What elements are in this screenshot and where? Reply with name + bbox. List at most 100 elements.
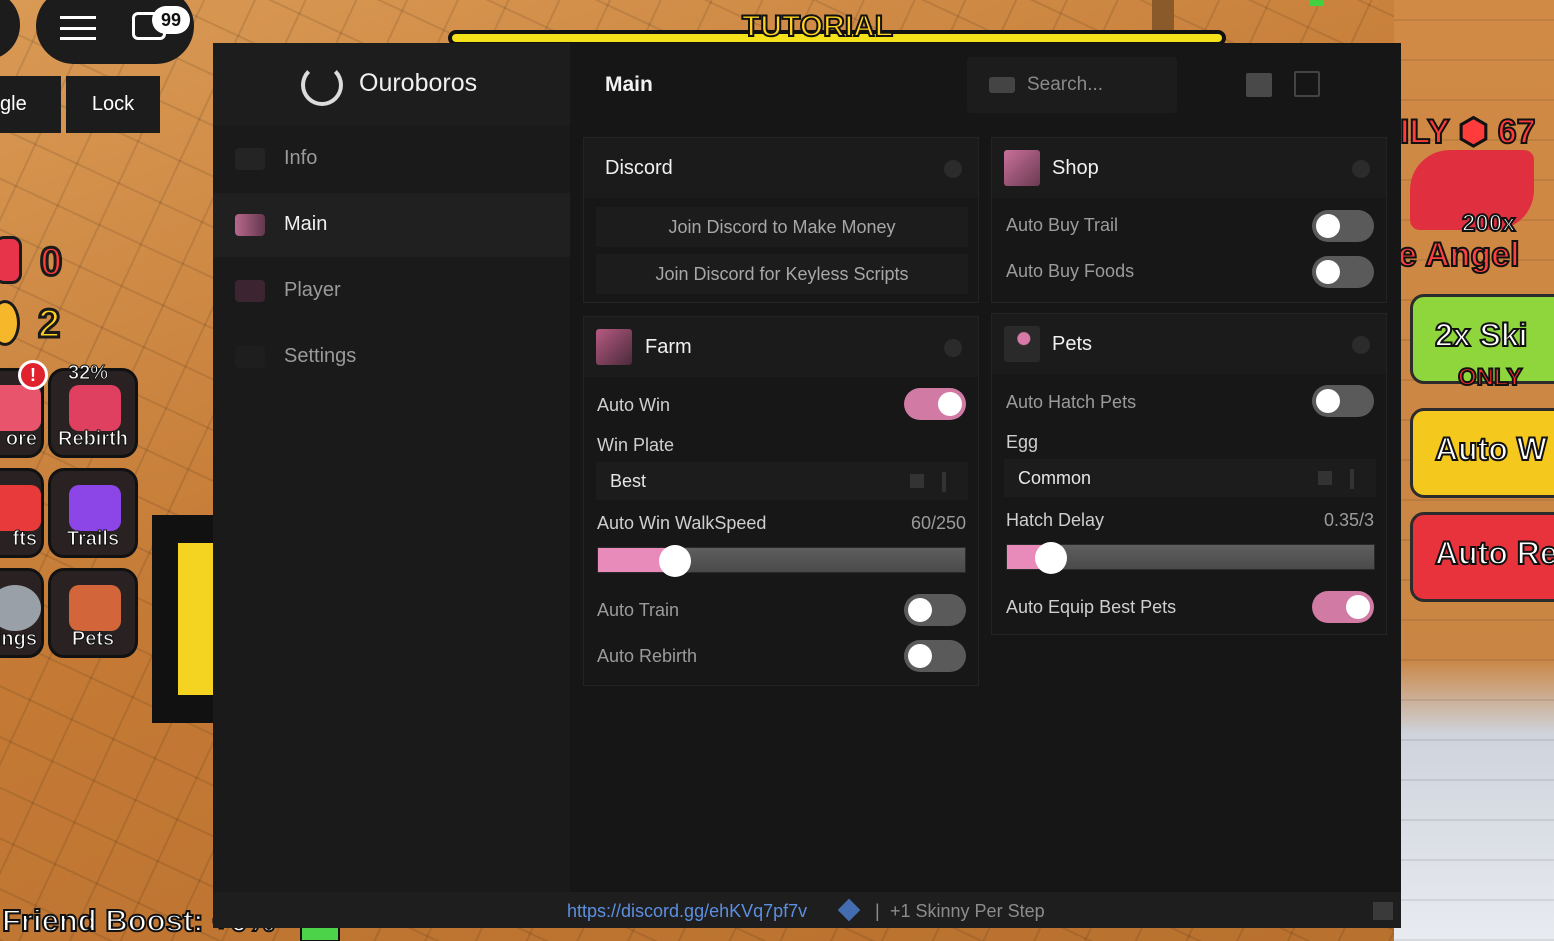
shop-icon (1004, 150, 1040, 186)
collapse-icon[interactable] (1352, 336, 1370, 354)
slider-knob[interactable] (1035, 542, 1067, 574)
gem-icon (837, 898, 861, 922)
skin-offer-label: 2x Ski (1434, 316, 1529, 354)
win-plate-value: Best (610, 471, 647, 491)
auto-hatch-label: Auto Hatch Pets (1006, 392, 1137, 412)
pets-panel-header: Pets (992, 314, 1386, 374)
search-input[interactable] (1027, 71, 1167, 99)
sidebar-item-info[interactable]: Info (213, 127, 570, 191)
brand-header[interactable]: Ouroboros (213, 43, 570, 125)
walkspeed-slider[interactable] (597, 545, 966, 577)
auto-buy-foods-toggle[interactable] (1312, 256, 1374, 288)
discord-panel-title: Discord (605, 157, 673, 179)
skin-offer-only: ONLY (1457, 363, 1523, 392)
shop-panel-title: Shop (1052, 157, 1099, 179)
auto-win-offer-button[interactable]: Auto W (1410, 408, 1554, 498)
settings-tile-button[interactable]: ings (0, 568, 44, 658)
promo-multiplier: 200x (1461, 209, 1516, 238)
sidebar-item-settings[interactable]: Settings (213, 325, 570, 389)
gems-counter: 0 (38, 239, 63, 286)
trails-tile-button[interactable]: Trails (48, 468, 138, 558)
sidebar-item-main[interactable]: Main (213, 193, 570, 257)
game-yellow-panel (178, 543, 214, 695)
robux-icon: ⬢ (1458, 112, 1490, 152)
close-icon[interactable] (1294, 71, 1320, 97)
page-title: Main (605, 73, 653, 96)
auto-win-offer-label: Auto W (1434, 430, 1548, 468)
ouroboros-logo-icon (301, 64, 343, 106)
trails-tile-label: Trails (66, 528, 120, 551)
collapse-icon[interactable] (944, 339, 962, 357)
player-icon (235, 280, 265, 302)
sidebar-item-label: Main (284, 213, 328, 235)
store-tile-label: ore (5, 428, 37, 451)
pet-icon (69, 585, 121, 631)
discord-panel-header: Discord (584, 138, 978, 198)
shop-panel-header: Shop (992, 138, 1386, 198)
win-plate-label: Win Plate (597, 435, 675, 455)
promo-only-label: ILY ⬢ 67 (1399, 112, 1537, 152)
tutorial-label: TUTORIAL (741, 9, 894, 44)
game-marker (1310, 0, 1324, 6)
collapse-icon[interactable] (1352, 160, 1370, 178)
auto-rebirth-toggle[interactable] (904, 640, 966, 672)
auto-rebirth-offer-button[interactable]: Auto Re (1410, 512, 1554, 602)
trails-icon (69, 485, 121, 531)
rebirth-tile-label: Rebirth (58, 428, 129, 451)
resize-handle-icon[interactable] (1373, 902, 1393, 920)
gear-icon (0, 585, 41, 631)
pets-panel: Pets Auto Hatch Pets Egg Common Hatch De… (991, 313, 1387, 635)
hatch-delay-slider[interactable] (1006, 542, 1375, 574)
sidebar-item-label: Info (284, 147, 318, 169)
ouroboros-window: Ouroboros Info Main Player Settings Main (213, 43, 1401, 928)
dropdown-divider (1350, 469, 1354, 489)
farm-icon (596, 329, 632, 365)
pets-icon (1004, 326, 1040, 362)
slider-knob[interactable] (659, 545, 691, 577)
walkspeed-label: Auto Win WalkSpeed (597, 513, 767, 533)
search-icon (989, 77, 1015, 93)
auto-buy-trail-toggle[interactable] (1312, 210, 1374, 242)
auto-win-toggle[interactable] (904, 388, 966, 420)
sidebar-item-player[interactable]: Player (213, 259, 570, 323)
minimize-icon[interactable] (1246, 73, 1272, 97)
hamburger-menu-icon[interactable] (60, 16, 96, 40)
dropdown-divider (942, 472, 946, 492)
promo-price: 67 (1497, 112, 1537, 152)
search-box[interactable] (967, 57, 1177, 113)
promo-angel-label[interactable]: e Angel (1397, 235, 1521, 275)
promo-only-text: ILY (1399, 112, 1450, 152)
lock-button[interactable]: Lock (66, 76, 160, 133)
sidebar: Ouroboros Info Main Player Settings (213, 43, 570, 892)
dropdown-icon (910, 474, 924, 488)
gem-icon (0, 236, 22, 284)
auto-equip-label: Auto Equip Best Pets (1006, 597, 1177, 617)
egg-dropdown[interactable]: Common (1004, 459, 1376, 497)
gifts-tile-label: fts (12, 528, 37, 551)
farm-panel-header: Farm (584, 317, 978, 377)
join-discord-keyless-button[interactable]: Join Discord for Keyless Scripts (596, 254, 968, 294)
join-discord-money-button[interactable]: Join Discord to Make Money (596, 207, 968, 247)
walkspeed-value: 60/250 (910, 513, 966, 533)
auto-hatch-toggle[interactable] (1312, 385, 1374, 417)
topbar: Main (570, 43, 1401, 125)
discord-invite-link[interactable]: https://discord.gg/ehKVq7pf7v (567, 901, 807, 922)
info-icon (235, 148, 265, 170)
settings-tile-label: ings (0, 628, 38, 651)
sidebar-item-label: Settings (284, 345, 357, 367)
win-plate-dropdown[interactable]: Best (596, 462, 968, 500)
pets-tile-button[interactable]: Pets (48, 568, 138, 658)
toggle-button[interactable]: gle (0, 76, 61, 133)
collapse-icon[interactable] (944, 160, 962, 178)
main-icon (235, 214, 265, 236)
settings-icon (235, 346, 265, 368)
discord-panel: Discord Join Discord to Make Money Join … (583, 137, 979, 303)
brand-title: Ouroboros (359, 69, 478, 97)
gifts-tile-button[interactable]: fts (0, 468, 44, 558)
auto-equip-toggle[interactable] (1312, 591, 1374, 623)
auto-train-toggle[interactable] (904, 594, 966, 626)
rebirth-gem-icon (69, 385, 121, 431)
hatch-delay-label: Hatch Delay (1006, 510, 1105, 530)
farm-panel: Farm Auto Win Win Plate Best Auto Win Wa… (583, 316, 979, 686)
game-avatar (1152, 0, 1174, 30)
